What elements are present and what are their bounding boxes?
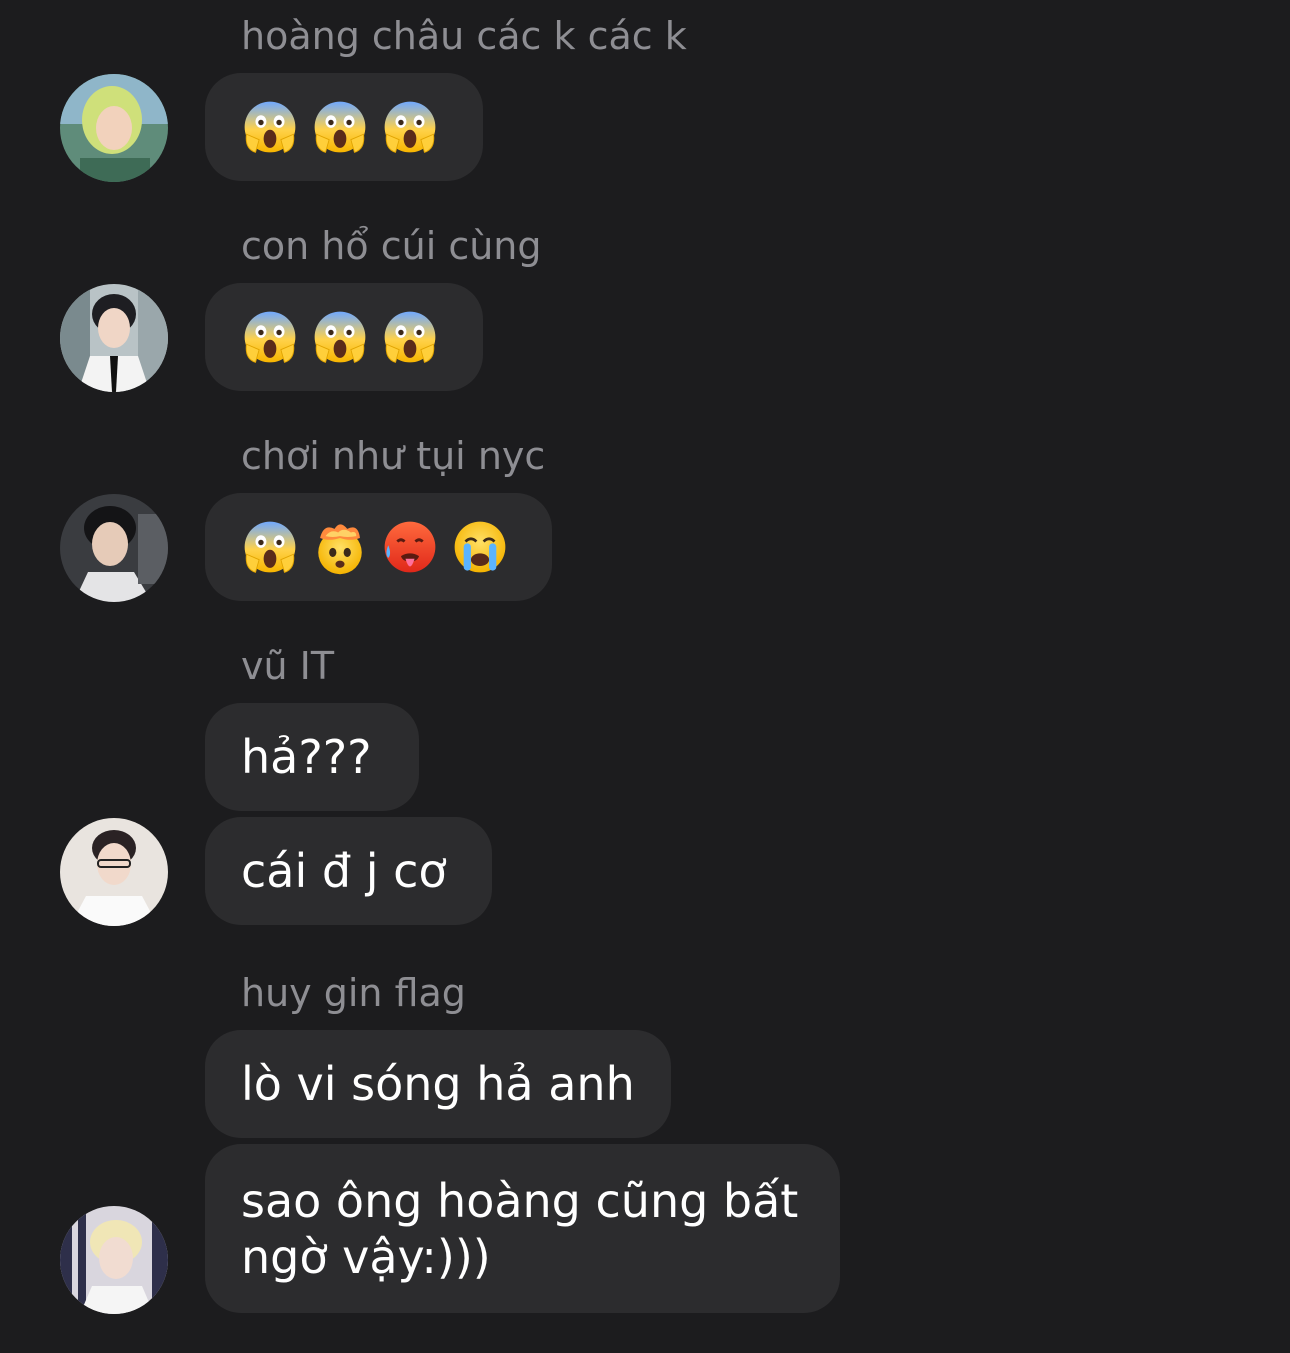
message-bubble[interactable]: lò vi sóng hả anh — [205, 1030, 671, 1138]
message-text: cái đ j cơ — [241, 844, 447, 898]
emoji-row — [241, 98, 439, 156]
face-screaming-in-fear-icon — [241, 518, 299, 576]
sender-name: vũ IT — [241, 644, 335, 688]
emoji-row — [241, 518, 509, 576]
avatar[interactable] — [60, 494, 168, 602]
sender-name: huy gin flag — [241, 971, 466, 1015]
face-screaming-in-fear-icon — [381, 308, 439, 366]
loudly-crying-face-icon — [451, 518, 509, 576]
avatar[interactable] — [60, 1206, 168, 1314]
message-bubble[interactable]: cái đ j cơ — [205, 817, 492, 925]
face-screaming-in-fear-icon — [241, 98, 299, 156]
message-bubble[interactable] — [205, 493, 552, 601]
message-bubble[interactable] — [205, 73, 483, 181]
message-bubble[interactable] — [205, 283, 483, 391]
message-text: sao ông hoàng cũng bất ngờ vậy:))) — [241, 1173, 799, 1284]
avatar[interactable] — [60, 818, 168, 926]
message-text: hả??? — [241, 730, 372, 784]
sender-name: chơi như tụi nyc — [241, 434, 546, 478]
emoji-row — [241, 308, 439, 366]
exploding-head-icon — [311, 518, 369, 576]
message-bubble[interactable]: sao ông hoàng cũng bất ngờ vậy:))) — [205, 1144, 840, 1313]
sender-name: hoàng châu các k các k — [241, 14, 687, 58]
sender-name: con hổ cúi cùng — [241, 224, 542, 268]
message-bubble[interactable]: hả??? — [205, 703, 419, 811]
face-screaming-in-fear-icon — [241, 308, 299, 366]
face-screaming-in-fear-icon — [311, 308, 369, 366]
face-screaming-in-fear-icon — [381, 98, 439, 156]
hot-face-icon — [381, 518, 439, 576]
face-screaming-in-fear-icon — [311, 98, 369, 156]
avatar[interactable] — [60, 74, 168, 182]
avatar[interactable] — [60, 284, 168, 392]
message-text: lò vi sóng hả anh — [241, 1057, 635, 1111]
